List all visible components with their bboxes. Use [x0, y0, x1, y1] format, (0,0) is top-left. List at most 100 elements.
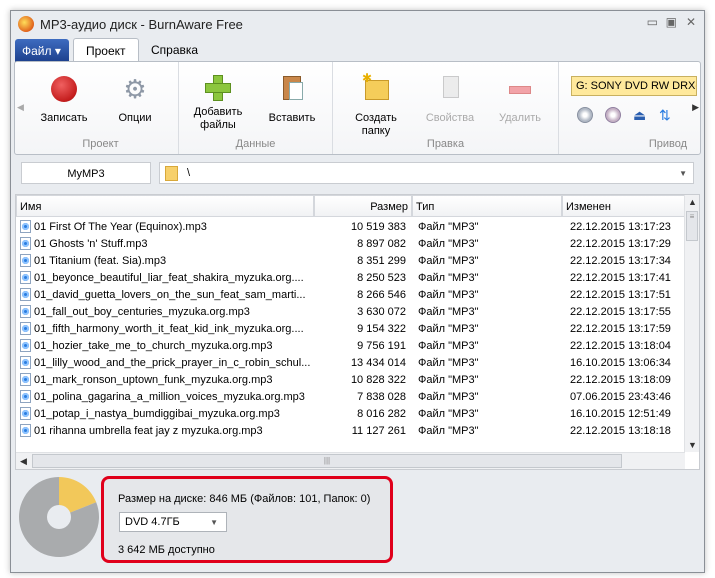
file-size: 13 434 014: [350, 356, 406, 369]
create-folder-button[interactable]: ✱ Создать папку: [345, 72, 407, 138]
ribbon-scroll-right-icon[interactable]: ▶: [692, 102, 699, 113]
list-header: Имя Размер Тип Изменен: [16, 195, 685, 217]
file-size: 8 266 546: [357, 288, 406, 301]
file-size: 10 828 322: [350, 373, 406, 386]
record-icon: [51, 76, 77, 102]
file-name: 01_beyonce_beautiful_liar_feat_shakira_m…: [34, 271, 304, 284]
file-modified: 22.12.2015 13:17:41: [570, 271, 671, 284]
mp3-file-icon: [20, 254, 31, 267]
file-modified: 16.10.2015 13:06:34: [570, 356, 671, 369]
scroll-up-icon[interactable]: ▲: [688, 197, 697, 207]
add-files-button[interactable]: Добавить файлы: [187, 72, 249, 132]
properties-label: Свойства: [425, 112, 475, 124]
minimize-icon[interactable]: ▭: [647, 15, 658, 29]
vertical-scrollbar[interactable]: ▲ ≡ ▼: [684, 195, 699, 452]
properties-icon: [433, 72, 467, 106]
table-row[interactable]: 01_beyonce_beautiful_liar_feat_shakira_m…: [16, 269, 685, 286]
file-list: Имя Размер Тип Изменен 01 First Of The Y…: [15, 194, 700, 470]
group-label-project: Проект: [82, 138, 119, 150]
file-name-cell: 01_fall_out_boy_centuries_myzuka.org.mp3: [16, 305, 314, 318]
table-row[interactable]: 01_potap_i_nastya_bumdiggibai_myzuka.org…: [16, 405, 685, 422]
mp3-file-icon: [20, 407, 31, 420]
file-modified: 22.12.2015 13:17:51: [570, 288, 671, 301]
mp3-file-icon: [20, 424, 31, 437]
paste-button[interactable]: Вставить: [261, 72, 323, 125]
group-drive: G: SONY DVD RW DRX-S ⏏ ⇅ Привод: [559, 62, 699, 154]
file-name: 01_hozier_take_me_to_church_myzuka.org.m…: [34, 339, 273, 352]
eject-icon[interactable]: ⏏: [633, 107, 649, 123]
group-label-data: Данные: [235, 138, 276, 150]
file-name: 01 rihanna umbrella feat jay z myzuka.or…: [34, 424, 263, 437]
close-icon[interactable]: ✕: [686, 15, 696, 29]
column-name[interactable]: Имя: [16, 195, 314, 217]
disc-name-input[interactable]: MyMP3: [21, 162, 151, 184]
table-row[interactable]: 01_hozier_take_me_to_church_myzuka.org.m…: [16, 337, 685, 354]
mp3-file-icon: [20, 339, 31, 352]
file-name: 01_david_guetta_lovers_on_the_sun_feat_s…: [34, 288, 306, 301]
scroll-down-icon[interactable]: ▼: [688, 440, 697, 450]
paste-label: Вставить: [268, 112, 316, 124]
maximize-icon[interactable]: ▣: [666, 15, 677, 29]
file-modified: 22.12.2015 13:18:18: [570, 424, 671, 437]
mp3-file-icon: [20, 237, 31, 250]
file-type: Файл "MP3": [418, 288, 479, 301]
burn-button[interactable]: Записать: [33, 72, 95, 125]
file-name: 01_potap_i_nastya_bumdiggibai_myzuka.org…: [34, 407, 280, 420]
options-button[interactable]: ⚙ Опции: [109, 72, 161, 125]
delete-button[interactable]: Удалить: [489, 72, 551, 125]
file-type: Файл "MP3": [418, 305, 479, 318]
vertical-scroll-thumb[interactable]: ≡: [686, 211, 698, 241]
group-label-drive: Привод: [648, 138, 687, 150]
column-modified[interactable]: Изменен: [562, 195, 685, 217]
table-row[interactable]: 01 Ghosts 'n' Stuff.mp3 8 897 082 Файл "MP…: [16, 235, 685, 252]
available-space-text: 3 642 МБ доступно: [118, 544, 215, 556]
file-size: 9 154 322: [357, 322, 406, 335]
group-project: Записать ⚙ Опции Проект: [23, 62, 179, 154]
table-row[interactable]: 01 Titanium (feat. Sia).mp3 8 351 299 Файл…: [16, 252, 685, 269]
mp3-file-icon: [20, 288, 31, 301]
chevron-down-icon[interactable]: ▼: [210, 518, 218, 527]
file-menu-button[interactable]: Файл ▾: [15, 39, 69, 62]
disc-erase-icon[interactable]: [605, 107, 621, 123]
horizontal-scrollbar[interactable]: ◀ |||: [16, 452, 685, 469]
table-row[interactable]: 01 rihanna umbrella feat jay z myzuka.or…: [16, 422, 685, 439]
file-type: Файл "MP3": [418, 424, 479, 437]
file-type: Файл "MP3": [418, 237, 479, 250]
table-row[interactable]: 01 First Of The Year (Equinox).mp3 10 519…: [16, 218, 685, 235]
ribbon: ◀ Записать ⚙ Опции Проект Добавить файлы…: [14, 61, 701, 155]
tab-help[interactable]: Справка: [139, 38, 210, 63]
refresh-icon[interactable]: ⇅: [659, 107, 675, 123]
current-path: \: [187, 167, 191, 179]
file-size: 3 630 072: [357, 305, 406, 318]
disc-info-box: Размер на диске: 846 МБ (Файлов: 101, Па…: [101, 476, 393, 563]
properties-button[interactable]: Свойства: [419, 72, 481, 125]
folder-icon: [165, 166, 178, 181]
chevron-down-icon[interactable]: ▼: [679, 169, 687, 178]
disc-type-select[interactable]: DVD 4.7ГБ ▼: [119, 512, 227, 532]
delete-label: Удалить: [499, 112, 541, 124]
tab-project[interactable]: Проект: [73, 38, 139, 63]
table-row[interactable]: 01_lilly_wood_and_the_prick_prayer_in_c_…: [16, 354, 685, 371]
file-size: 8 897 082: [357, 237, 406, 250]
mp3-file-icon: [20, 390, 31, 403]
file-name-cell: 01 Titanium (feat. Sia).mp3: [16, 254, 314, 267]
drive-selector[interactable]: G: SONY DVD RW DRX-S: [571, 76, 697, 96]
table-row[interactable]: 01_fall_out_boy_centuries_myzuka.org.mp3…: [16, 303, 685, 320]
disc-info-icon[interactable]: [577, 107, 593, 123]
table-row[interactable]: 01_polina_gagarina_a_million_voices_myzu…: [16, 388, 685, 405]
table-row[interactable]: 01_david_guetta_lovers_on_the_sun_feat_s…: [16, 286, 685, 303]
file-type: Файл "MP3": [418, 407, 479, 420]
group-label-edit: Правка: [426, 138, 465, 150]
file-size: 9 756 191: [357, 339, 406, 352]
file-type: Файл "MP3": [418, 373, 479, 386]
file-name-cell: 01_hozier_take_me_to_church_myzuka.org.m…: [16, 339, 314, 352]
ribbon-tabs: Файл ▾ Проект Справка: [11, 38, 704, 63]
table-row[interactable]: 01_fifth_harmony_worth_it_feat_kid_ink_m…: [16, 320, 685, 337]
column-size[interactable]: Размер: [314, 195, 412, 217]
column-type[interactable]: Тип: [412, 195, 562, 217]
table-row[interactable]: 01_mark_ronson_uptown_funk_myzuka.org.mp…: [16, 371, 685, 388]
file-name-cell: 01 First Of The Year (Equinox).mp3: [16, 220, 314, 233]
horizontal-scroll-thumb[interactable]: |||: [32, 454, 622, 468]
scroll-left-icon[interactable]: ◀: [20, 456, 27, 467]
path-dropdown[interactable]: \ ▼: [159, 162, 694, 184]
